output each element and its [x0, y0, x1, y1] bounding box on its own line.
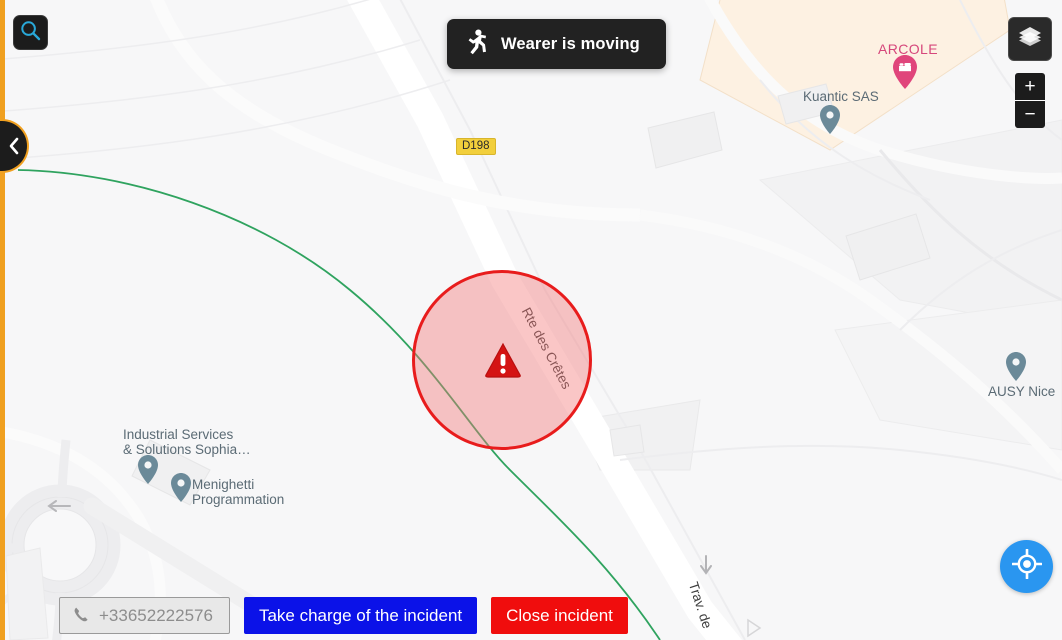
zoom-out-button[interactable]: − — [1015, 101, 1045, 128]
map-zoom-controls: + − — [1015, 73, 1045, 128]
warning-triangle-icon[interactable] — [484, 342, 522, 378]
chevron-left-icon — [8, 137, 20, 155]
phone-icon — [73, 606, 90, 626]
search-icon — [20, 20, 41, 46]
gps-target-icon — [1011, 548, 1042, 584]
wearer-status-toast: Wearer is moving — [447, 19, 666, 69]
incident-map-screen: .rd-casing { fill:none; stroke:#e4e4e6; … — [0, 0, 1062, 640]
incident-action-bar: +33652222576 Take charge of the incident… — [59, 597, 628, 634]
take-charge-button[interactable]: Take charge of the incident — [243, 597, 478, 634]
left-panel-edge-strip — [0, 0, 5, 640]
zoom-in-button[interactable]: + — [1015, 73, 1045, 101]
call-wearer-button[interactable]: +33652222576 — [59, 597, 230, 634]
map-layers-button[interactable] — [1008, 17, 1052, 61]
road-shield-d198: D198 — [456, 138, 496, 155]
call-wearer-label: +33652222576 — [99, 606, 213, 625]
layers-icon — [1017, 25, 1043, 54]
running-person-icon — [465, 29, 487, 60]
locate-me-button[interactable] — [1000, 540, 1053, 593]
wearer-status-label: Wearer is moving — [501, 34, 640, 53]
map-search-button[interactable] — [13, 15, 48, 50]
close-incident-button[interactable]: Close incident — [491, 597, 628, 634]
